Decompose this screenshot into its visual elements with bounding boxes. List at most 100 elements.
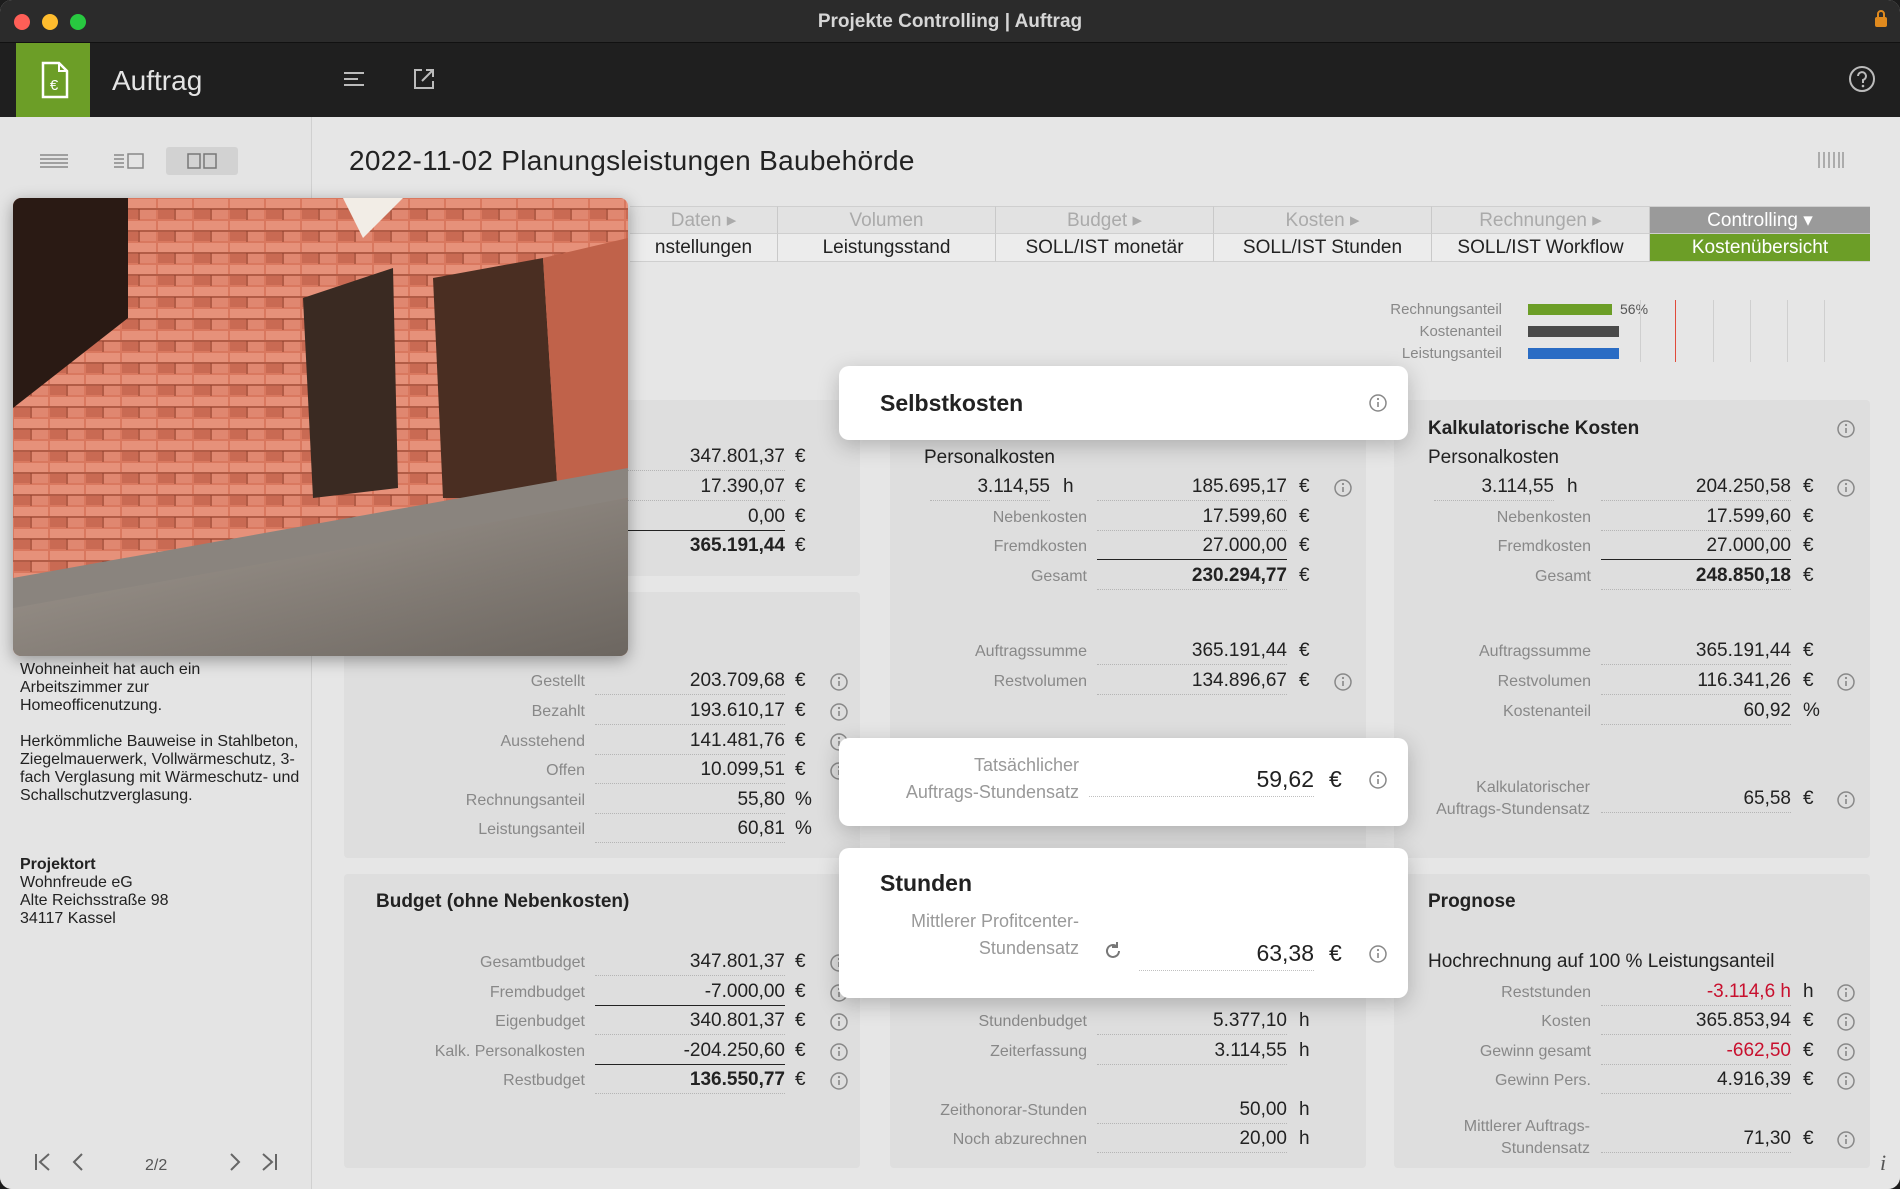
legend-label-kostenanteil: Kostenanteil [1419,323,1502,340]
budget-title: Budget (ohne Nebenkosten) [376,891,630,912]
info-icon[interactable] [1836,478,1856,498]
project-photo [13,198,628,656]
info-icon[interactable] [1836,1012,1856,1032]
selbstkosten-rate-value: 59,62 [1089,766,1314,797]
info-icon[interactable] [1836,419,1856,439]
barcode-icon[interactable] [1816,150,1846,170]
stunden-label: Zeithonorar-Stunden [940,1102,1087,1119]
stunden-unit: h [1299,1128,1310,1149]
help-icon[interactable] [1846,63,1878,95]
title-bar: Projekte Controlling | Auftrag [0,0,1900,43]
selbstkosten-rate-label-2: Auftrags-Stundensatz [905,782,1079,802]
tab-controlling[interactable]: Controlling ▾ [1650,206,1870,234]
legend-percent: 56% [1620,301,1649,317]
budget-value: -204.250,60 [595,1040,785,1065]
subtab-soll-ist-workflow[interactable]: SOLL/IST Workflow [1432,234,1650,262]
legend-gridline [1713,300,1714,362]
invoice-label: Bezahlt [531,703,585,720]
refresh-icon[interactable] [1102,940,1124,962]
invoice-unit: % [795,789,812,810]
info-icon[interactable] [1836,1071,1856,1091]
invoice-label: Gestellt [530,673,585,690]
invoice-value: 55,80 [595,789,785,814]
selbstkosten-unit: € [1299,565,1310,586]
tab-daten[interactable]: Daten ▸ [630,206,778,234]
previous-page-icon[interactable] [68,1151,90,1173]
selbstkosten-label: Fremdkosten [993,538,1087,555]
info-icon[interactable] [829,1071,849,1091]
tab-kosten[interactable]: Kosten ▸ [1214,206,1432,234]
tab-budget[interactable]: Budget ▸ [996,206,1214,234]
kalk-value: 116.341,26 [1601,670,1791,695]
info-icon[interactable] [1333,478,1353,498]
invoice-unit: € [795,730,806,751]
kalk-label: Nebenkosten [1496,509,1591,526]
selbstkosten-value: 230.294,77 [1097,565,1287,590]
info-icon[interactable] [1836,672,1856,692]
budget-label: Kalk. Personalkosten [434,1043,585,1060]
budget-unit: € [795,1069,806,1090]
card-view-button[interactable] [166,147,238,175]
selbstkosten-rate-label-1: Tatsächlicher [973,755,1079,775]
legend-gridline [1824,300,1825,362]
info-icon[interactable] [1836,1130,1856,1150]
budget-value: 136.550,77 [595,1069,785,1094]
stunden-rate-unit: € [1329,940,1342,966]
kalk-hours-unit: h [1567,476,1578,497]
budget-unit: € [795,981,806,1002]
selbstkosten-unit: € [1299,506,1310,527]
legend-marker [1675,300,1676,362]
subtab-soll-ist-stunden[interactable]: SOLL/IST Stunden [1214,234,1432,262]
split-view-icon[interactable] [92,147,164,175]
page-indicator: 2/2 [145,1157,168,1174]
kalk-label: Kostenanteil [1502,703,1591,720]
prognose-value: -662,50 [1601,1040,1791,1065]
info-icon[interactable] [829,702,849,722]
budget-label: Restbudget [503,1072,585,1089]
list-view-icon[interactable] [18,147,90,175]
stunden-label: Zeiterfassung [990,1043,1087,1060]
subtab-kostenuebersicht[interactable]: Kostenübersicht [1650,234,1870,262]
invoice-value: 203.709,68 [595,670,785,695]
project-location-line-2: Alte Reichsstraße 98 [20,892,169,909]
kalk-label: Fremdkosten [1497,538,1591,555]
info-icon[interactable] [1368,944,1388,964]
legend-label-leistungsanteil: Leistungsanteil [1401,345,1502,362]
open-external-icon[interactable] [408,63,440,95]
budget-label: Fremdbudget [489,984,585,1001]
subtab-leistungsstand[interactable]: Leistungsstand [778,234,996,262]
info-icon[interactable] [1836,790,1856,810]
stunden-popup: Stunden Mittlerer Profitcenter- Stundens… [839,848,1408,998]
kalk-value: 17.599,60 [1601,506,1791,531]
prognose-unit: € [1803,1010,1814,1031]
legend-gridline [1640,300,1641,362]
info-icon[interactable] [1836,1042,1856,1062]
invoice-unit: € [795,759,806,780]
stunden-unit: h [1299,1099,1310,1120]
tab-volumen[interactable]: Volumen [778,206,996,234]
last-page-icon[interactable] [258,1151,280,1173]
project-location-line-3: 34117 Kassel [20,910,116,927]
next-page-icon[interactable] [223,1151,245,1173]
kalk-label: Auftragssumme [1478,643,1591,660]
info-icon[interactable] [1368,393,1388,413]
menu-icon[interactable] [338,63,370,95]
card-view-icon [187,153,217,169]
kalk-personal-label: Personalkosten [1428,447,1559,468]
subtab-soll-ist-monetaer[interactable]: SOLL/IST monetär [996,234,1214,262]
prognose-subtitle: Hochrechnung auf 100 % Leistungsanteil [1428,951,1775,972]
kalk-rate-label-1: Kalkulatorischer [1476,779,1590,796]
first-page-icon[interactable] [32,1151,54,1173]
info-i-icon[interactable]: i [1876,1150,1890,1174]
prognose-label: Gewinn gesamt [1479,1043,1591,1060]
app-logo: € [16,43,90,117]
info-icon[interactable] [1836,983,1856,1003]
info-icon[interactable] [1368,770,1388,790]
prognose-value: 4.916,39 [1601,1069,1791,1094]
subtab-einstellungen[interactable]: nstellungen [630,234,778,262]
prognose-rate-label-2: Stundensatz [1501,1140,1590,1157]
tab-rechnungen[interactable]: Rechnungen ▸ [1432,206,1650,234]
svg-text:i: i [1880,1150,1886,1174]
invoice-unit: € [795,700,806,721]
invoice-value: 60,81 [595,818,785,843]
